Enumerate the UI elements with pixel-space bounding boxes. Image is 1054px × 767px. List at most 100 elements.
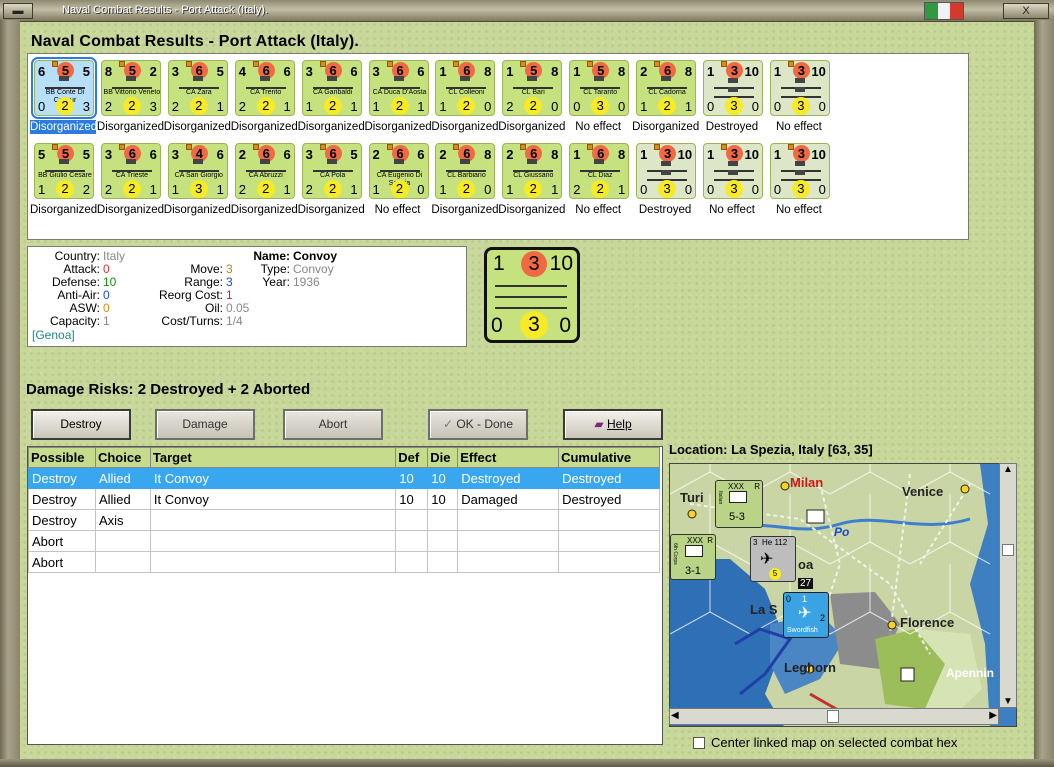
counter-body[interactable]: 1 6 8 CL Colleoni 1 2 0 <box>435 60 496 116</box>
counter-defense-circle: 3 <box>726 145 743 162</box>
unit-counter[interactable]: 2 6 8 CL Giussano 1 2 1 Disorganized <box>498 139 565 217</box>
counter-defense: 6 <box>417 147 425 162</box>
counter-body[interactable]: 2 6 6 CA Abruzzi 2 2 1 <box>234 143 295 199</box>
unit-counter[interactable]: 3 6 5 CA Zara 2 2 1 Disorganized <box>164 56 231 134</box>
unit-counter[interactable]: 1 5 8 CL Taranto 0 3 0 No effect <box>565 56 631 134</box>
window-menu-button[interactable]: ▬ <box>3 3 33 19</box>
unit-counter[interactable]: 1 6 8 CL Diaz 2 2 1 No effect <box>565 139 631 217</box>
empty-cell <box>150 594 395 615</box>
counter-body[interactable]: 3 4 6 CA San Giorgio 1 3 1 <box>167 143 228 199</box>
result-label: No effect <box>575 204 622 216</box>
result-label: Disorganized <box>230 121 298 133</box>
damage-button[interactable]: Damage <box>155 409 255 440</box>
counter-body[interactable]: 3 6 6 CA Trieste 2 2 1 <box>100 143 161 199</box>
scroll-thumb[interactable] <box>827 710 839 723</box>
unit-counter[interactable]: 3 4 6 CA San Giorgio 1 3 1 Disorganized <box>164 139 231 217</box>
counter-body[interactable]: 1 6 8 CL Diaz 2 2 1 <box>569 143 630 199</box>
scroll-thumb[interactable] <box>1002 544 1014 556</box>
destroy-button[interactable]: Destroy <box>31 409 131 440</box>
unit-counter[interactable]: 2 6 8 CL Barbiano 1 2 0 Disorganized <box>431 139 499 217</box>
counter-body[interactable]: 3 6 5 CA Zara 2 2 1 <box>167 60 228 116</box>
counter-body[interactable]: 1 3 10 0 3 0 <box>769 143 830 199</box>
column-header-cumulative[interactable]: Cumulative <box>558 447 660 468</box>
unit-counter[interactable]: 1 3 10 0 3 0 No effect <box>699 139 765 217</box>
unit-counter[interactable]: 1 5 8 CL Bari 2 2 0 Disorganized <box>498 56 565 134</box>
table-row[interactable]: Abort <box>28 530 660 552</box>
column-header-def[interactable]: Def <box>395 447 429 468</box>
ok-done-button[interactable]: ✓ OK - Done <box>428 409 528 440</box>
unit-counter[interactable]: 1 3 10 0 3 0 No effect <box>766 139 832 217</box>
ship-name: CA Pola <box>319 172 346 179</box>
scroll-down-icon[interactable]: ▼ <box>1003 696 1013 707</box>
column-header-die[interactable]: Die <box>427 447 459 468</box>
counter-body[interactable]: 1 5 8 CL Bari 2 2 0 <box>502 60 563 116</box>
counter-body[interactable]: 2 6 8 CL Giussano 1 2 1 <box>502 143 563 199</box>
column-header-effect[interactable]: Effect <box>457 447 560 468</box>
army-counter[interactable]: XXX R Italian 5-3 <box>715 480 763 528</box>
table-row[interactable]: Destroy Allied It Convoy 10 10 Destroyed Destr… <box>28 467 660 489</box>
unit-counter[interactable]: 1 3 10 0 3 0 No effect <box>766 56 832 134</box>
unit-counter[interactable]: 3 6 6 CA Garibaldi 1 2 1 Disorganized <box>298 56 365 134</box>
table-cell: Abort <box>28 530 96 552</box>
checkbox-box[interactable] <box>693 737 705 749</box>
counter-defense-circle: 3 <box>726 62 743 79</box>
counter-body[interactable]: 1 3 10 0 3 0 <box>703 143 763 199</box>
counter-body[interactable]: 655BB Conte Di Cavour023 <box>31 57 97 119</box>
air-unit-counter[interactable]: 3 He 112 ✈ 5 <box>750 536 796 582</box>
counter-body[interactable]: 3 6 6 CA Duca D'Aosta 1 2 1 <box>368 60 429 116</box>
center-map-checkbox[interactable]: Center linked map on selected combat hex <box>693 735 957 750</box>
unit-counter[interactable]: 2 6 6 CA Abruzzi 2 2 1 Disorganized <box>231 139 298 217</box>
empty-cell <box>396 573 428 594</box>
map-vertical-scrollbar[interactable]: ▲ ▼ <box>999 463 1017 708</box>
scroll-right-icon[interactable]: ▶ <box>989 710 997 721</box>
counter-body[interactable]: 4 6 6 CA Trento 2 2 1 <box>234 60 295 116</box>
table-row[interactable]: Destroy Axis <box>28 509 660 531</box>
counter-body[interactable]: 1 5 8 CL Taranto 0 3 0 <box>569 60 630 116</box>
close-button[interactable]: X <box>1003 3 1049 19</box>
counter-asw: 1 <box>216 99 224 114</box>
unit-counter[interactable]: 8 5 2 BB Vittorio Veneto 2 2 3 Disorganized <box>97 56 164 134</box>
unit-counter[interactable]: 1 6 8 CL Colleoni 1 2 0 Disorganized <box>431 56 499 134</box>
scroll-up-icon[interactable]: ▲ <box>1003 464 1013 475</box>
counter-antiair: 0 <box>707 99 715 114</box>
empty-cell <box>458 720 559 741</box>
port-link[interactable]: [Genoa] <box>32 329 75 342</box>
naval-air-name: Swordfish <box>787 627 818 634</box>
unit-counter[interactable]: 4 6 6 CA Trento 2 2 1 Disorganized <box>230 56 298 134</box>
unit-counter[interactable]: 1 3 10 0 3 0 Destroyed <box>699 56 765 134</box>
table-row[interactable]: Abort <box>28 551 660 573</box>
counter-body[interactable]: 3 6 5 CA Pola 2 2 1 <box>301 143 362 199</box>
column-header-target[interactable]: Target <box>149 447 397 468</box>
counter-body[interactable]: 2 6 8 CL Cadorna 1 2 1 <box>636 60 697 116</box>
scroll-left-icon[interactable]: ◀ <box>671 710 679 721</box>
unit-counter[interactable]: 3 6 5 CA Pola 2 2 1 Disorganized <box>298 139 365 217</box>
help-button[interactable]: ▰ Help <box>563 409 663 440</box>
map-horizontal-scrollbar[interactable]: ◀ ▶ <box>669 708 999 725</box>
counter-body[interactable]: 266CA Eugenio Di Savoia120 <box>368 143 429 199</box>
table-row[interactable]: Destroy Allied It Convoy 10 10 Damaged Destroy… <box>28 488 660 510</box>
unit-counter[interactable]: 1 3 10 0 3 0 Destroyed <box>632 139 698 217</box>
counter-body[interactable]: 8 5 2 BB Vittorio Veneto 2 2 3 <box>100 60 161 116</box>
unit-counter[interactable]: 3 6 6 CA Trieste 2 2 1 Disorganized <box>97 139 164 217</box>
empty-cell <box>150 636 395 657</box>
counter-antiair: 1 <box>506 182 514 197</box>
army-counter[interactable]: XXX R 6th Corps 3-1 <box>670 534 716 580</box>
counter-body[interactable]: 1 3 10 0 3 0 <box>769 60 830 116</box>
unit-counter[interactable]: 2 6 8 CL Cadorna 1 2 1 Disorganized <box>632 56 699 134</box>
counter-antiair: 2 <box>104 99 113 114</box>
counter-body[interactable]: 1 3 10 0 3 0 <box>636 143 697 199</box>
unit-counter[interactable]: 5 5 5 BB Giulio Cesare 1 2 2 Disorganized <box>30 139 97 217</box>
linked-map[interactable]: Turi Milan Venice Po oa La S Florence Le… <box>669 463 1017 727</box>
counter-body[interactable]: 3 6 6 CA Garibaldi 1 2 1 <box>301 60 362 116</box>
column-header-choice[interactable]: Choice <box>94 447 151 468</box>
counter-body[interactable]: 1 3 10 0 3 0 <box>703 60 763 116</box>
unit-counter[interactable]: 655BB Conte Di Cavour023Disorganized <box>30 56 97 134</box>
column-header-possible[interactable]: Possible <box>28 447 96 468</box>
ship-silhouette-icon <box>45 76 85 89</box>
naval-air-counter[interactable]: 0 1 ✈ 2 Swordfish <box>783 592 829 638</box>
counter-body[interactable]: 5 5 5 BB Giulio Cesare 1 2 2 <box>34 143 94 199</box>
unit-counter[interactable]: 3 6 6 CA Duca D'Aosta 1 2 1 Disorganized <box>365 56 432 134</box>
counter-body[interactable]: 2 6 8 CL Barbiano 1 2 0 <box>435 143 496 199</box>
abort-button[interactable]: Abort <box>283 409 383 440</box>
unit-counter[interactable]: 266CA Eugenio Di Savoia120No effect <box>365 139 431 217</box>
